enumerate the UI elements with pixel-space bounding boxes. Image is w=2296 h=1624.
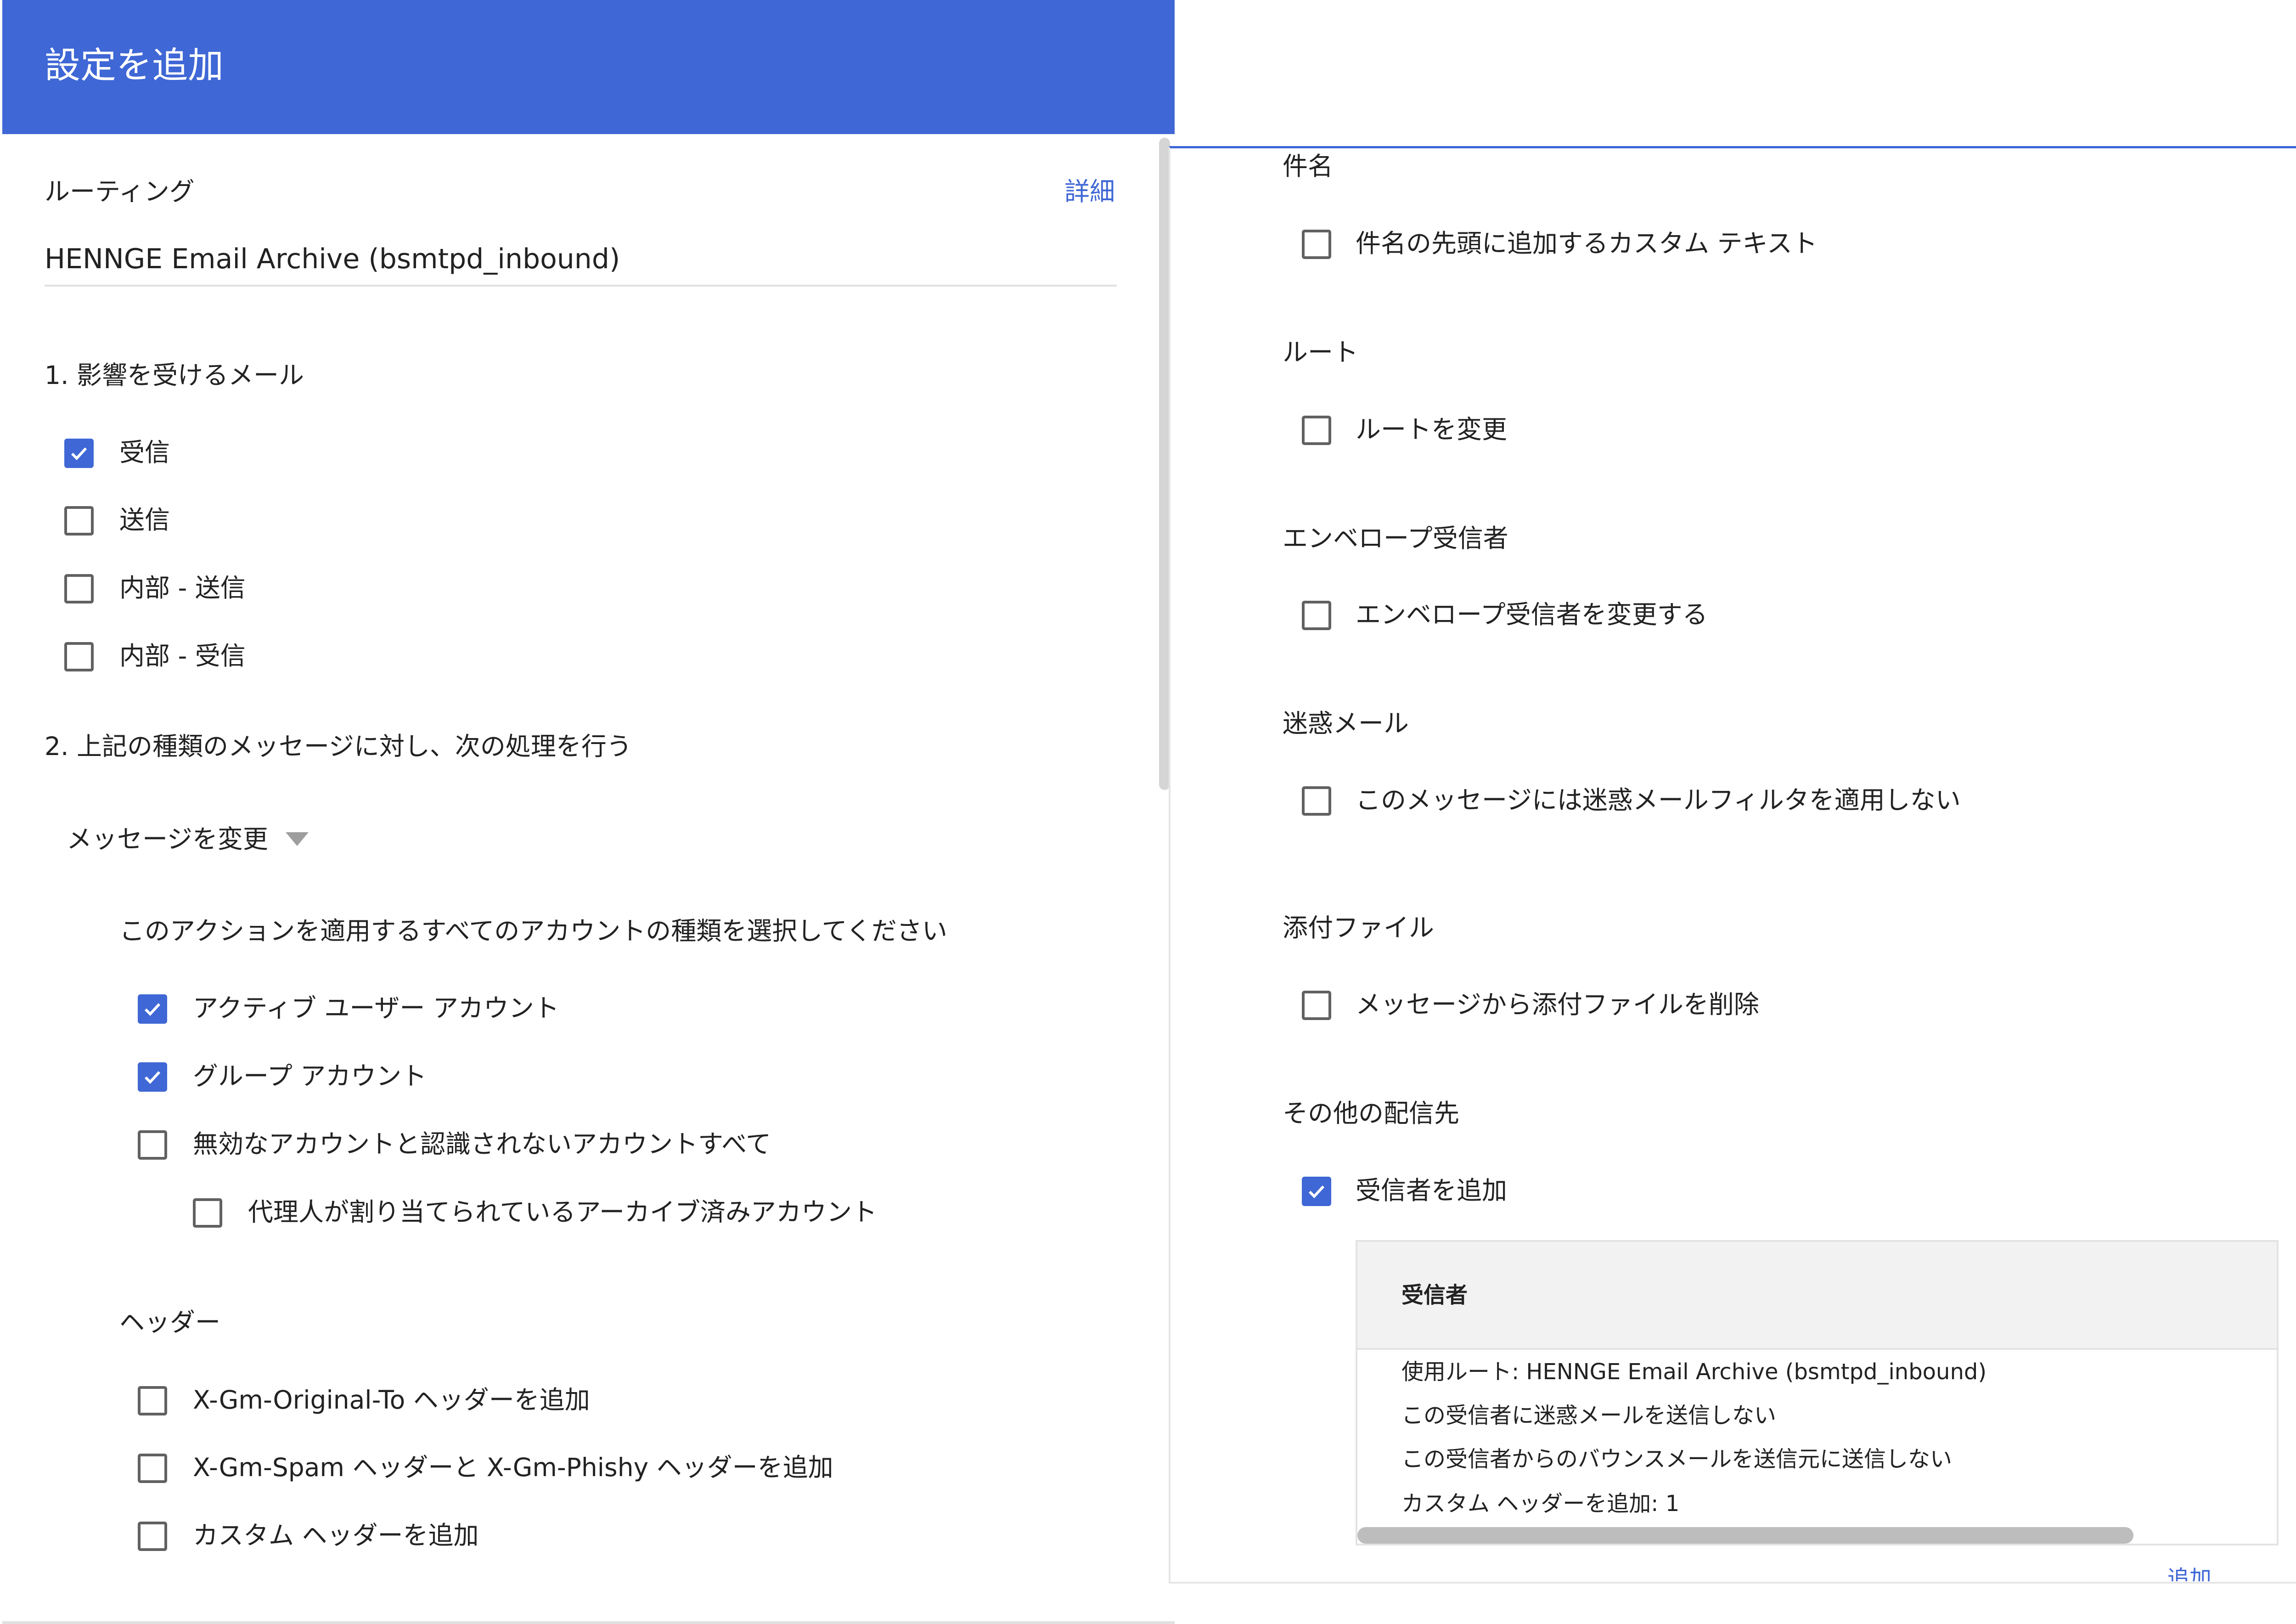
checkbox-x-gm-original-to[interactable]	[138, 1386, 167, 1415]
action-heading: 2. 上記の種類のメッセージに対し、次の処理を行う	[45, 732, 632, 761]
other-destinations-heading: その他の配信先	[1283, 1099, 1460, 1128]
checkmark-icon	[144, 1003, 161, 1016]
checkbox-archived-delegated-accounts[interactable]	[193, 1198, 222, 1228]
subject-heading: 件名	[1283, 152, 1334, 181]
checkbox-custom-header[interactable]	[138, 1522, 167, 1551]
action-dropdown-value: メッセージを変更	[67, 824, 268, 854]
recipient-detail-line: この受信者に迷惑メールを送信しない	[1401, 1403, 1777, 1428]
add-recipients-label: 受信者を追加	[1356, 1176, 1508, 1205]
recipients-table-header	[1357, 1242, 2277, 1350]
checkbox-change-envelope-recipient[interactable]	[1302, 601, 1331, 630]
attachments-heading: 添付ファイル	[1283, 913, 1435, 942]
add-recipient-link-text: 追加	[2167, 1566, 2212, 1581]
account-prompt: このアクションを適用するすべてのアカウントの種類を選択してください	[119, 916, 947, 946]
recipient-detail-line: この受信者からのバウンスメールを送信元に送信しない	[1401, 1446, 1953, 1472]
affected-heading: 1. 影響を受けるメール	[45, 361, 304, 390]
custom-header-label: カスタム ヘッダーを追加	[193, 1521, 479, 1550]
checkbox-change-route[interactable]	[1302, 416, 1331, 445]
checkbox-outbound[interactable]	[64, 506, 94, 536]
x-gm-original-to-label: X-Gm-Original-To ヘッダーを追加	[193, 1385, 590, 1415]
bypass-spam-filter-label: このメッセージには迷惑メールフィルタを適用しない	[1356, 785, 1961, 815]
checkbox-group-accounts[interactable]	[138, 1062, 167, 1092]
recipients-column-header: 受信者	[1401, 1282, 1468, 1308]
checkbox-internal-sending[interactable]	[64, 574, 94, 603]
checkbox-inbound[interactable]	[64, 439, 94, 468]
subject-prefix-label: 件名の先頭に追加するカスタム テキスト	[1356, 229, 1818, 258]
checkmark-icon	[71, 447, 87, 461]
checkbox-active-user-accounts[interactable]	[138, 994, 167, 1024]
dropdown-arrow-icon	[286, 832, 309, 846]
checkbox-remove-attachments[interactable]	[1302, 991, 1331, 1020]
dialog-title: 設定を追加	[45, 45, 224, 86]
envelope-heading: エンベロープ受信者	[1283, 524, 1508, 553]
recipients-horizontal-scrollbar[interactable]	[1357, 1527, 2133, 1544]
recipient-detail-line: 使用ルート: HENNGE Email Archive (bsmtpd_inbo…	[1401, 1359, 1987, 1385]
archived-delegated-accounts-label: 代理人が割り当てられているアーカイブ済みアカウント	[248, 1197, 878, 1227]
checkmark-icon	[144, 1071, 161, 1084]
checkbox-internal-receiving[interactable]	[64, 642, 94, 671]
action-dropdown[interactable]: メッセージを変更	[67, 827, 324, 859]
option-internal-receiving-label: 内部 - 受信	[119, 641, 246, 671]
recipient-detail-line: カスタム ヘッダーを追加: 1	[1401, 1491, 1680, 1517]
group-accounts-label: グループ アカウント	[193, 1061, 427, 1091]
checkmark-icon	[1308, 1185, 1325, 1199]
active-user-accounts-label: アクティブ ユーザー アカウント	[193, 993, 559, 1023]
add-recipient-link[interactable]: 追加	[2167, 1564, 2232, 1581]
disabled-accounts-label: 無効なアカウントと認識されないアカウントすべて	[193, 1129, 771, 1159]
routing-value: HENNGE Email Archive (bsmtpd_inbound)	[45, 243, 620, 275]
checkbox-add-recipients[interactable]	[1302, 1177, 1331, 1206]
remove-attachments-label: メッセージから添付ファイルを削除	[1356, 990, 1759, 1019]
checkbox-x-gm-spam-phishy[interactable]	[138, 1454, 167, 1483]
change-route-label: ルートを変更	[1356, 415, 1508, 444]
headers-heading: ヘッダー	[119, 1308, 221, 1337]
change-envelope-recipient-label: エンベロープ受信者を変更する	[1356, 600, 1708, 629]
option-outbound-label: 送信	[119, 505, 170, 535]
route-heading: ルート	[1283, 338, 1359, 367]
routing-value-field[interactable]: HENNGE Email Archive (bsmtpd_inbound)	[45, 243, 1117, 287]
checkbox-subject-prefix[interactable]	[1302, 230, 1331, 259]
x-gm-spam-phishy-label: X-Gm-Spam ヘッダーと X-Gm-Phishy ヘッダーを追加	[193, 1453, 833, 1482]
option-internal-sending-label: 内部 - 送信	[119, 573, 246, 603]
details-link[interactable]: 詳細	[1064, 179, 1115, 204]
checkbox-bypass-spam-filter[interactable]	[1302, 786, 1331, 816]
routing-label: ルーティング	[45, 177, 195, 206]
spam-heading: 迷惑メール	[1283, 709, 1409, 738]
option-inbound-label: 受信	[119, 438, 170, 467]
checkbox-disabled-accounts[interactable]	[138, 1130, 167, 1160]
